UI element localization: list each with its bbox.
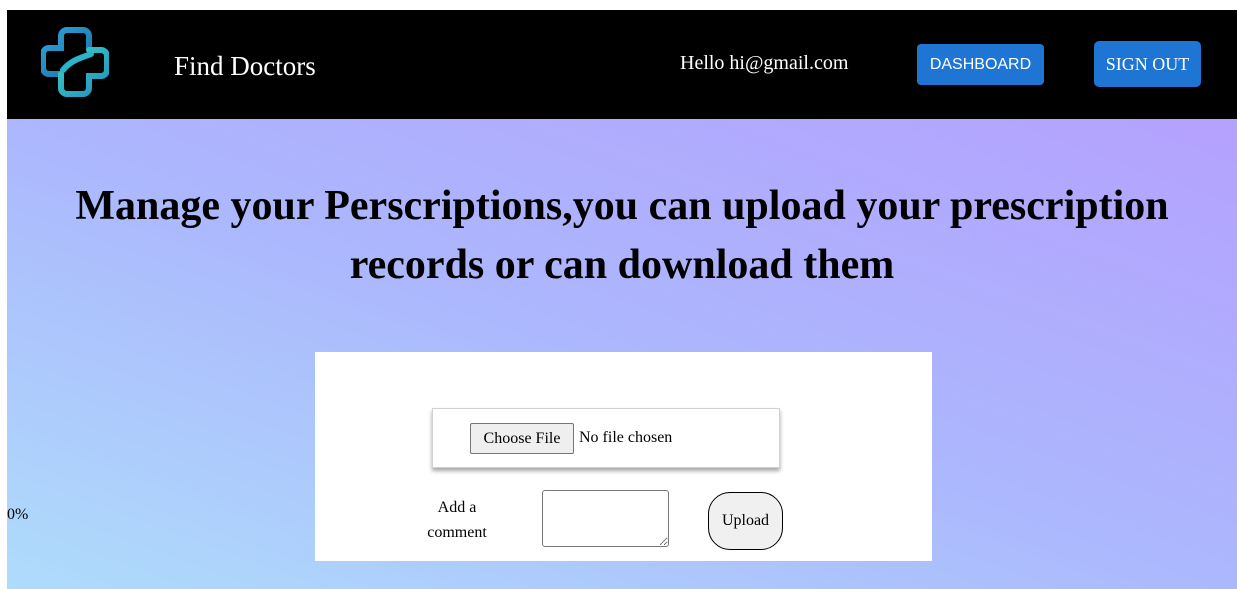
user-greeting: Hello hi@gmail.com (680, 52, 849, 74)
comment-label: Add a comment (417, 495, 497, 545)
upload-progress-text: 0% (7, 506, 29, 523)
file-picker-box: Choose File No file chosen (432, 408, 780, 468)
page: Find Doctors Hello hi@gmail.com DASHBOAR… (7, 10, 1237, 589)
comment-textarea[interactable] (542, 490, 669, 547)
upload-button[interactable]: Upload (708, 492, 783, 550)
page-heading-line-2: records or can download them (349, 242, 895, 288)
upload-card: Choose File No file chosen Add a comment… (315, 352, 932, 561)
dashboard-button[interactable]: DASHBOARD (917, 44, 1044, 85)
comment-label-line-1: Add a (437, 499, 477, 516)
navbar: Find Doctors Hello hi@gmail.com DASHBOAR… (7, 10, 1237, 119)
brand-title[interactable]: Find Doctors (174, 51, 316, 82)
choose-file-button[interactable]: Choose File (470, 423, 574, 454)
medical-cross-icon[interactable] (41, 24, 109, 98)
page-heading: Manage your Perscriptions,you can upload… (7, 177, 1237, 295)
page-heading-line-1: Manage your Perscriptions,you can upload… (75, 183, 1169, 229)
file-status-text: No file chosen (579, 429, 673, 446)
sign-out-button[interactable]: SIGN OUT (1094, 41, 1201, 87)
comment-label-line-2: comment (427, 524, 487, 541)
